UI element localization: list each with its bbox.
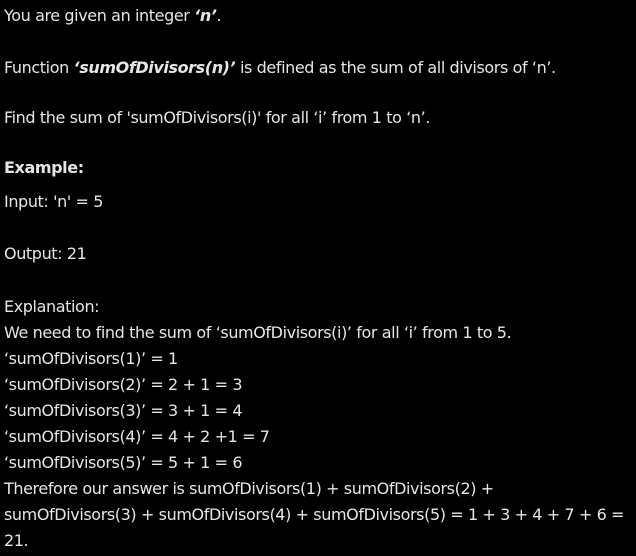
explanation-line: We need to find the sum of ‘sumOfDivisor… (4, 323, 512, 342)
intro-line-2: Function ‘sumOfDivisors(n)’ is defined a… (4, 55, 556, 81)
intro-line-1-suffix: . (216, 6, 222, 25)
explanation-line: sumOfDivisors(3) + sumOfDivisors(4) + su… (4, 505, 625, 524)
function-name: ‘sumOfDivisors(n)’ (73, 58, 236, 77)
explanation-line: ‘sumOfDivisors(4)’ = 4 + 2 +1 = 7 (4, 427, 270, 446)
explanation-line: ‘sumOfDivisors(2)’ = 2 + 1 = 3 (4, 375, 243, 394)
intro-line-2-suffix: is defined as the sum of all divisors of… (235, 58, 556, 77)
intro-line-3: Find the sum of 'sumOfDivisors(i)' for a… (4, 108, 430, 127)
explanation-line: 21. (4, 531, 29, 550)
example-output: Output: 21 (4, 244, 87, 263)
explanation-line: ‘sumOfDivisors(1)’ = 1 (4, 349, 178, 368)
variable-n: ‘n’ (194, 6, 217, 25)
explanation-line: ‘sumOfDivisors(5)’ = 5 + 1 = 6 (4, 453, 243, 472)
example-input: Input: 'n' = 5 (4, 192, 104, 211)
intro-line-1-prefix: You are given an integer (4, 6, 195, 25)
explanation-line: Therefore our answer is sumOfDivisors(1)… (4, 479, 494, 498)
explanation-line: ‘sumOfDivisors(3)’ = 3 + 1 = 4 (4, 401, 243, 420)
intro-line-2-prefix: Function (4, 58, 74, 77)
explanation-heading: Explanation: (4, 297, 100, 316)
intro-line-1: You are given an integer ‘n’. (4, 3, 222, 29)
example-heading: Example: (4, 158, 84, 177)
